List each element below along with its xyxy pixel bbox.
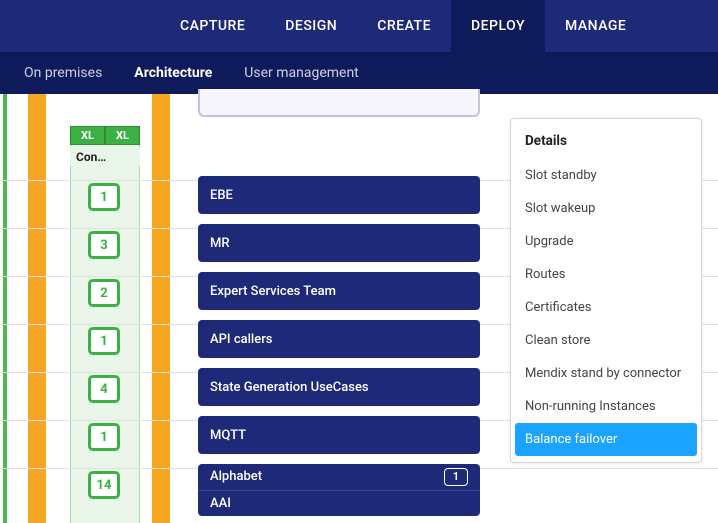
menu-balance-failover[interactable]: Balance failover bbox=[515, 423, 697, 456]
node-label: API callers bbox=[210, 332, 273, 347]
node-label: MQTT bbox=[210, 428, 246, 443]
node-sub-label: AAI bbox=[210, 496, 231, 511]
instance-count-badge[interactable]: 1 bbox=[88, 327, 120, 355]
column-title: Con… bbox=[70, 146, 140, 166]
instance-count-badge[interactable]: 4 bbox=[88, 375, 120, 403]
menu-title: Details bbox=[511, 127, 701, 159]
menu-slot-wakeup[interactable]: Slot wakeup bbox=[511, 192, 701, 225]
nav-design[interactable]: DESIGN bbox=[265, 0, 357, 52]
nav-manage[interactable]: MANAGE bbox=[545, 0, 646, 52]
node-label: EBE bbox=[210, 188, 233, 203]
instance-count-badge[interactable]: 2 bbox=[88, 279, 120, 307]
node-label: MR bbox=[210, 236, 230, 251]
instance-count-badge[interactable]: 14 bbox=[88, 471, 120, 499]
menu-clean-store[interactable]: Clean store bbox=[511, 324, 701, 357]
instance-count-badge[interactable]: 1 bbox=[88, 183, 120, 211]
size-badge-right: XL bbox=[105, 126, 140, 145]
nav-capture[interactable]: CAPTURE bbox=[160, 0, 265, 52]
node-state-generation[interactable]: State Generation UseCases bbox=[198, 368, 480, 406]
subnav-architecture[interactable]: Architecture bbox=[134, 65, 212, 81]
node-ebe[interactable]: EBE bbox=[198, 176, 480, 214]
node-label: Expert Services Team bbox=[210, 284, 336, 299]
instance-count-badge[interactable]: 1 bbox=[88, 423, 120, 451]
size-badge-left: XL bbox=[70, 126, 105, 145]
node-api-callers[interactable]: API callers bbox=[198, 320, 480, 358]
node-label: State Generation UseCases bbox=[210, 380, 369, 395]
column-size-header: XL XL bbox=[70, 126, 140, 145]
instance-count-badge[interactable]: 3 bbox=[88, 231, 120, 259]
menu-routes[interactable]: Routes bbox=[511, 258, 701, 291]
top-nav: CAPTURE DESIGN CREATE DEPLOY MANAGE bbox=[0, 0, 718, 52]
sub-nav: On premises Architecture User management bbox=[0, 52, 718, 94]
menu-slot-standby[interactable]: Slot standby bbox=[511, 159, 701, 192]
node-mr[interactable]: MR bbox=[198, 224, 480, 262]
node-expert-services[interactable]: Expert Services Team bbox=[198, 272, 480, 310]
node-mini-count: 1 bbox=[444, 468, 468, 486]
nav-deploy[interactable]: DEPLOY bbox=[451, 0, 545, 52]
subnav-user-management[interactable]: User management bbox=[244, 65, 358, 81]
menu-non-running[interactable]: Non-running Instances bbox=[511, 390, 701, 423]
diagram-row[interactable]: 14 Alphabet 1 AAI bbox=[0, 468, 718, 504]
context-menu: Details Slot standby Slot wakeup Upgrade… bbox=[510, 118, 702, 463]
nav-create[interactable]: CREATE bbox=[357, 0, 451, 52]
menu-mendix-connector[interactable]: Mendix stand by connector bbox=[511, 357, 701, 390]
menu-certificates[interactable]: Certificates bbox=[511, 291, 701, 324]
menu-upgrade[interactable]: Upgrade bbox=[511, 225, 701, 258]
node-alphabet[interactable]: Alphabet 1 AAI bbox=[198, 464, 480, 516]
node-placeholder bbox=[198, 89, 480, 117]
node-mqtt[interactable]: MQTT bbox=[198, 416, 480, 454]
subnav-on-premises[interactable]: On premises bbox=[24, 65, 102, 81]
node-label: Alphabet bbox=[210, 469, 262, 484]
